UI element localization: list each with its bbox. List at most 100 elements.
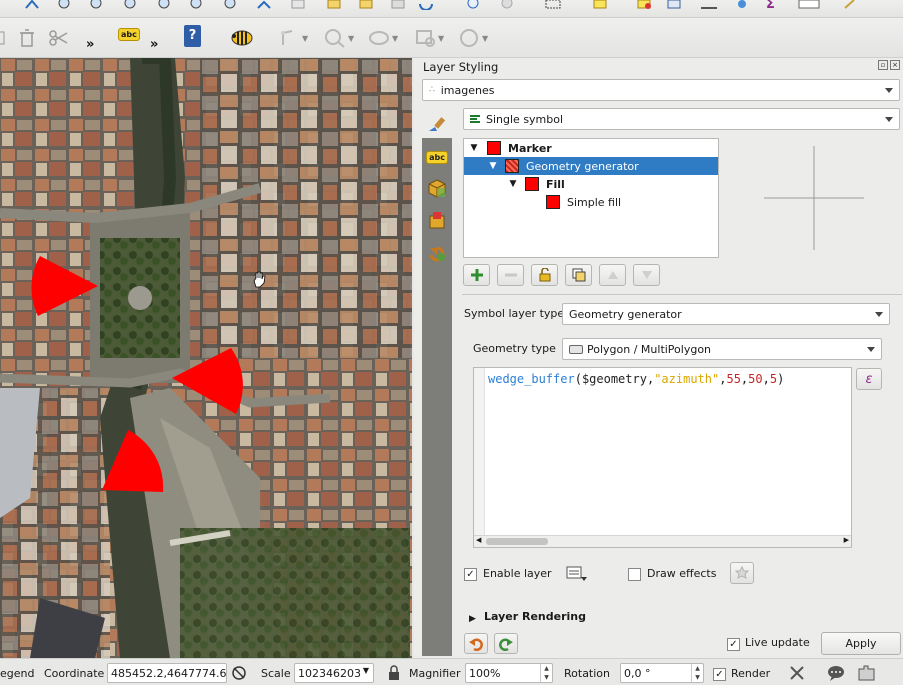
temporal-icon[interactable]	[390, 0, 406, 10]
attribute-table-icon[interactable]	[636, 0, 652, 10]
zoom-full-icon[interactable]	[124, 0, 140, 10]
float-panel-icon[interactable]: ▫	[878, 60, 888, 70]
enable-layer-checkbox[interactable]: ✓	[464, 568, 477, 581]
add-symbol-layer-button[interactable]	[463, 264, 490, 286]
identify-icon[interactable]	[466, 0, 482, 10]
simplify-icon[interactable]: ▼	[368, 28, 398, 48]
tree-item-simple-fill[interactable]: Simple fill	[464, 193, 718, 211]
bee-plugin-icon[interactable]	[230, 27, 254, 47]
renderer-value: Single symbol	[486, 112, 564, 126]
zoom-layer-icon[interactable]	[158, 0, 174, 10]
epsilon-icon: ε	[865, 371, 873, 387]
expand-triangle-icon[interactable]: ▼	[506, 179, 520, 189]
undo-button[interactable]	[464, 633, 488, 654]
draw-effects-checkbox[interactable]	[628, 568, 641, 581]
magnifier-spinner[interactable]: ▲ ▼	[540, 664, 552, 682]
toolbar-overflow-chevron-2[interactable]: »	[150, 37, 158, 52]
settings-gear-icon[interactable]	[734, 0, 750, 10]
rotation-spinner[interactable]: ▲ ▼	[691, 664, 703, 682]
symbol-layer-type-select[interactable]: Geometry generator	[562, 303, 890, 325]
deselect-icon[interactable]	[592, 0, 608, 10]
label-tool-icon[interactable]: abc	[118, 28, 140, 41]
symbology-brush-icon[interactable]	[426, 114, 448, 136]
horizontal-scrollbar[interactable]: ◀ ▶	[474, 535, 851, 547]
show-bookmarks-icon[interactable]	[358, 0, 374, 10]
zoom-next-icon[interactable]	[256, 0, 272, 10]
scale-label: Scale	[261, 667, 291, 680]
plugin-icon[interactable]	[856, 663, 878, 685]
cut-icon[interactable]	[48, 27, 70, 49]
redo-button[interactable]	[494, 633, 518, 654]
layer-select-value: imagenes	[440, 83, 495, 97]
expand-triangle-icon[interactable]: ▼	[486, 161, 500, 171]
expression-editor[interactable]: wedge_buffer($geometry,"azimuth",55,50,5…	[473, 367, 852, 548]
add-feature-icon[interactable]: ▼	[324, 28, 354, 48]
layer-select[interactable]: ∴ imagenes	[422, 79, 900, 101]
measure-icon[interactable]	[700, 0, 718, 10]
layer-rendering-label[interactable]: Layer Rendering	[484, 610, 586, 623]
close-panel-icon[interactable]: ×	[890, 60, 900, 70]
offset-curve-icon[interactable]: ▼	[458, 28, 488, 48]
scroll-right-icon[interactable]: ▶	[844, 536, 849, 544]
tree-item-fill[interactable]: ▼ Fill	[464, 175, 718, 193]
zoom-native-icon[interactable]	[290, 0, 306, 10]
delete-icon[interactable]	[16, 27, 38, 49]
scroll-thumb[interactable]	[486, 538, 548, 545]
select-icon[interactable]	[500, 0, 516, 10]
symbol-layer-type-value: Geometry generator	[569, 307, 682, 321]
expr-close: )	[777, 372, 785, 386]
help-icon[interactable]: ?	[184, 25, 201, 47]
duplicate-layer-button[interactable]	[565, 264, 592, 286]
expression-builder-button[interactable]: ε	[856, 368, 882, 390]
move-down-button[interactable]	[633, 264, 660, 286]
zoom-out-icon[interactable]	[90, 0, 106, 10]
refresh-icon[interactable]	[418, 0, 434, 10]
select-rectangle-icon[interactable]	[544, 0, 562, 10]
save-edits-icon[interactable]	[0, 27, 14, 49]
layout-icon[interactable]	[798, 0, 820, 10]
magnifier-field[interactable]: 100% ▲ ▼	[465, 663, 553, 683]
apply-button[interactable]: Apply	[821, 632, 901, 655]
messages-icon[interactable]	[826, 664, 846, 685]
new-bookmark-icon[interactable]	[326, 0, 342, 10]
lock-color-button[interactable]	[531, 264, 558, 286]
toolbar-overflow-chevron[interactable]: »	[86, 37, 94, 52]
legend-label[interactable]: egend	[0, 667, 34, 680]
ring-tool-icon[interactable]: ▼	[414, 28, 444, 48]
renderer-select[interactable]: Single symbol	[463, 108, 900, 130]
coordinate-value: 485452.2,4647774.6	[111, 666, 227, 680]
tree-item-geometry-generator[interactable]: ▼ Geometry generator	[464, 157, 718, 175]
history-icon[interactable]	[426, 242, 448, 264]
map-canvas[interactable]	[0, 58, 412, 658]
collapse-triangle-icon[interactable]: ▶	[469, 614, 476, 624]
labels-icon[interactable]: abc	[426, 146, 448, 168]
tree-item-marker[interactable]: ▼ Marker	[464, 139, 718, 157]
chevron-down-icon	[885, 117, 893, 122]
mask-icon[interactable]	[426, 209, 448, 231]
zoom-in-icon[interactable]	[58, 0, 74, 10]
crs-icon[interactable]	[788, 664, 806, 685]
expand-triangle-icon[interactable]: ▼	[467, 143, 481, 153]
coordinate-toggle-icon[interactable]	[231, 664, 247, 685]
effects-star-button[interactable]	[730, 562, 754, 584]
scale-field[interactable]: 102346203 ▼	[294, 663, 374, 683]
scroll-left-icon[interactable]: ◀	[476, 536, 481, 544]
render-checkbox[interactable]: ✓	[713, 668, 726, 681]
field-calculator-icon[interactable]	[666, 0, 682, 10]
zoom-selection-icon[interactable]	[190, 0, 206, 10]
vertex-tool-icon[interactable]: ▼	[280, 28, 308, 48]
geometry-type-select[interactable]: Polygon / MultiPolygon	[562, 338, 882, 360]
python-icon[interactable]	[842, 0, 858, 10]
move-up-button[interactable]	[599, 264, 626, 286]
live-update-checkbox[interactable]: ✓	[727, 638, 740, 651]
rotation-field[interactable]: 0,0 ° ▲ ▼	[620, 663, 704, 683]
coordinate-field[interactable]: 485452.2,4647774.6	[107, 663, 227, 683]
lock-scale-icon[interactable]	[388, 665, 400, 684]
zoom-last-icon[interactable]	[224, 0, 240, 10]
statistics-icon[interactable]: Σ	[766, 0, 775, 11]
data-defined-override-icon[interactable]	[565, 563, 589, 586]
3d-view-icon[interactable]	[426, 177, 448, 199]
enable-layer-label: Enable layer	[483, 567, 552, 580]
remove-symbol-layer-button[interactable]	[497, 264, 524, 286]
pan-icon[interactable]	[24, 0, 40, 10]
